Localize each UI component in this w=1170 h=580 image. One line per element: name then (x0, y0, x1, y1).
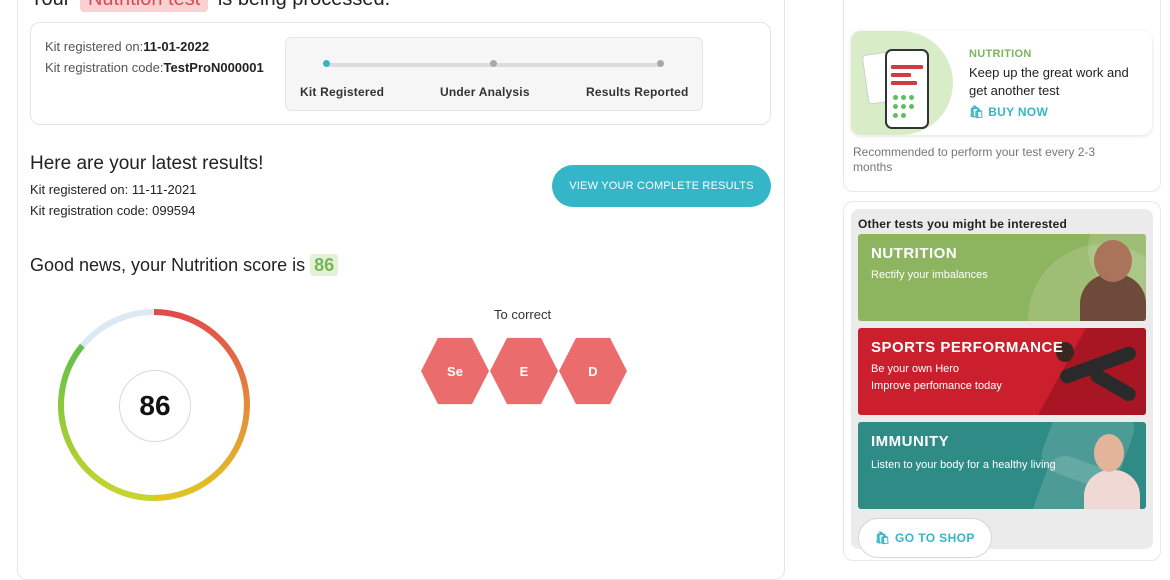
tile-sports-performance[interactable]: SPORTS PERFORMANCE Be your own Hero Impr… (858, 328, 1146, 415)
step-dot-analysis (490, 60, 497, 67)
kit-code-label: Kit registration code: (45, 60, 164, 75)
current-kit-panel: Kit registered on:11-01-2022 Kit registr… (30, 22, 771, 125)
kit-registered-date: 11-01-2022 (143, 39, 210, 54)
status-prefix: Your (30, 0, 70, 10)
woman-image (1084, 470, 1140, 509)
test-name-badge: Nutrition test (79, 0, 209, 12)
status-suffix: is being processed. (218, 0, 390, 10)
go-to-shop-button[interactable]: 🛍︎ GO TO SHOP (858, 518, 992, 558)
tile-immunity-sub: Listen to your body for a healthy living (871, 459, 1056, 471)
latest-kit-code: Kit registration code: 099594 (30, 203, 196, 218)
gauge-score-value: 86 (119, 370, 191, 442)
tile-immunity[interactable]: IMMUNITY Listen to your body for a healt… (858, 422, 1146, 509)
shop-bag-icon: 🛍︎ (875, 531, 891, 545)
tile-sports-sub-2: Improve perfomance today (871, 380, 1002, 392)
promo-phone-image (851, 31, 953, 135)
kit-code-line: Kit registration code:TestProN000001 (45, 60, 264, 75)
tile-sports-sub-1: Be your own Hero (871, 363, 960, 375)
score-text: Good news, your Nutrition score is (30, 255, 306, 275)
kit-registered-label: Kit registered on: (45, 39, 144, 54)
score-badge: 86 (310, 254, 339, 276)
step-label-reported: Results Reported (586, 85, 689, 99)
buy-now-link[interactable]: 🛍︎ BUY NOW (969, 105, 1048, 119)
step-dot-reported (657, 60, 664, 67)
tile-nutrition[interactable]: NUTRITION Rectify your imbalances (858, 234, 1146, 321)
kit-registered-line: Kit registered on:11-01-2022 (45, 39, 209, 54)
step-label-analysis: Under Analysis (440, 85, 530, 99)
kit-code-value: TestProN000001 (163, 60, 264, 75)
other-tests-title: Other tests you might be interested (858, 217, 1068, 231)
processing-status: Your Nutrition test is being processed. (30, 0, 390, 12)
kit-progress-tracker: Kit Registered Under Analysis Results Re… (285, 37, 703, 111)
tile-nutrition-sub: Rectify your imbalances (871, 269, 988, 281)
promo-text: Keep up the great work and get another t… (969, 65, 1129, 98)
bag-icon: 🛍︎ (969, 105, 985, 119)
latest-results-title: Here are your latest results! (30, 153, 264, 174)
go-to-shop-label: GO TO SHOP (895, 531, 975, 545)
tile-sports-title: SPORTS PERFORMANCE (871, 339, 1064, 356)
tile-immunity-title: IMMUNITY (871, 433, 950, 450)
promo-tag: NUTRITION (969, 48, 1032, 60)
tile-nutrition-title: NUTRITION (871, 245, 958, 262)
score-line: Good news, your Nutrition score is 86 (30, 254, 339, 276)
buy-now-label: BUY NOW (988, 105, 1049, 119)
view-complete-results-button[interactable]: VIEW YOUR COMPLETE RESULTS (552, 165, 771, 207)
to-correct-title: To correct (494, 307, 552, 322)
latest-kit-registered: Kit registered on: 11-11-2021 (30, 182, 197, 197)
phone-icon (885, 49, 929, 129)
step-label-registered: Kit Registered (300, 85, 385, 99)
test-recommendation: Recommended to perform your test every 2… (853, 145, 1096, 174)
nutrition-promo[interactable]: NUTRITION Keep up the great work and get… (851, 31, 1152, 135)
step-dot-registered (323, 60, 330, 67)
